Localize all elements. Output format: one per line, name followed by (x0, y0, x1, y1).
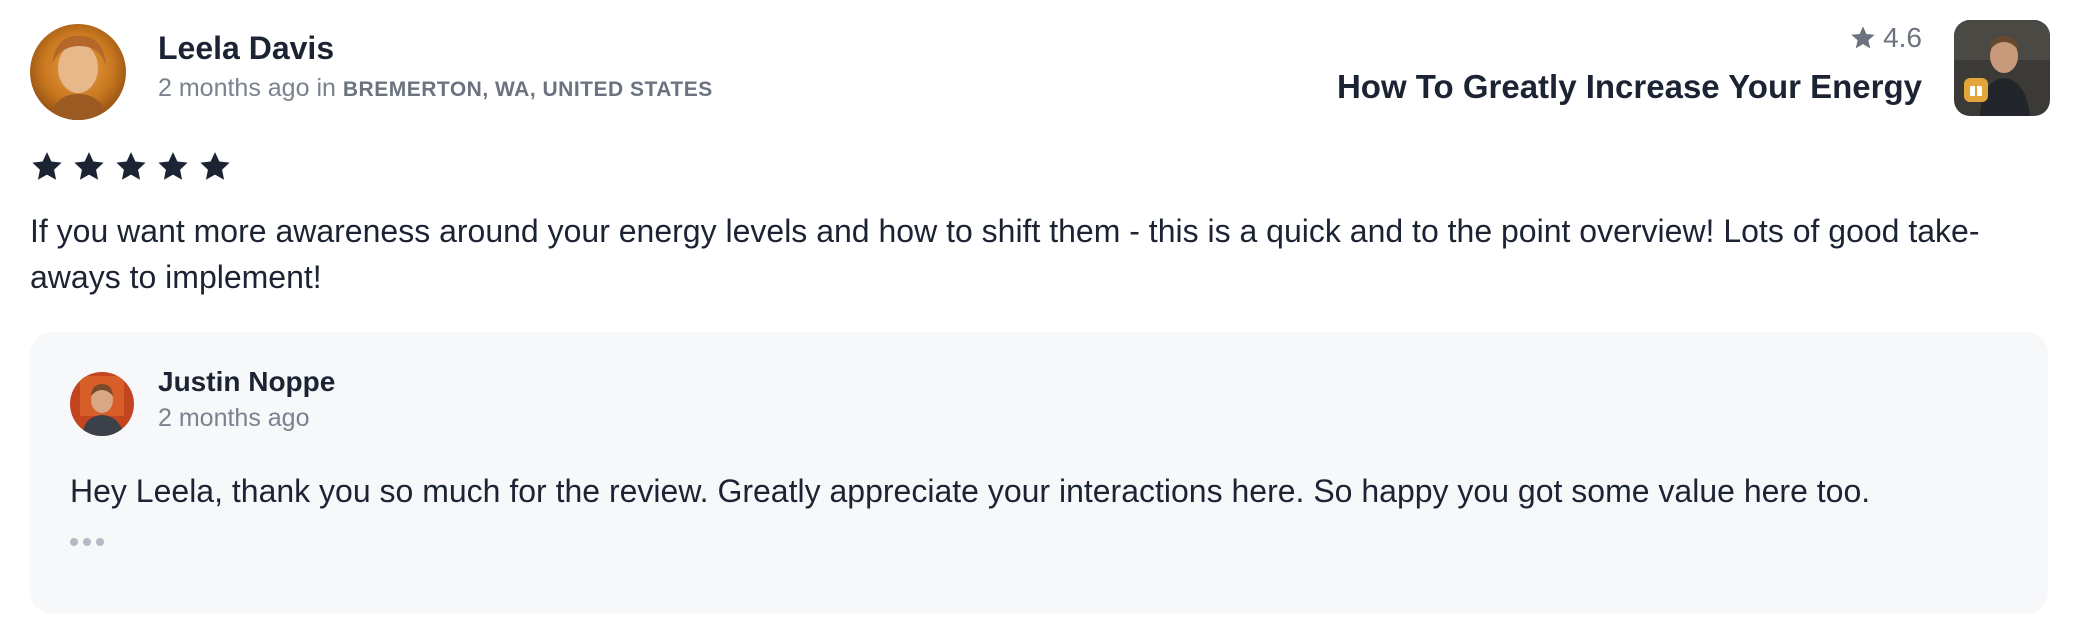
reply-time: 2 months ago (158, 404, 310, 432)
star-icon (1851, 26, 1875, 49)
review-card: Leela Davis 2 months ago in BREMERTON, W… (0, 0, 2078, 642)
rating-stars (30, 150, 232, 184)
star-icon (74, 152, 104, 180)
more-dots-icon[interactable] (70, 530, 110, 554)
review-meta: 2 months ago in BREMERTON, WA, UNITED ST… (158, 74, 713, 103)
star-icon (158, 152, 188, 180)
review-time: 2 months ago (158, 74, 310, 102)
course-rating: 4.6 (1849, 22, 1922, 54)
course-thumbnail[interactable] (1954, 20, 2050, 116)
reply-author-avatar[interactable] (70, 372, 134, 436)
reply-box: Justin Noppe 2 months ago Hey Leela, tha… (30, 332, 2048, 614)
reply-text: Hey Leela, thank you so much for the rev… (70, 473, 1871, 509)
reviewer-name[interactable]: Leela Davis (158, 30, 334, 67)
star-icon (32, 152, 62, 180)
course-title[interactable]: How To Greatly Increase Your Energy (1337, 68, 1922, 106)
reply-author-name[interactable]: Justin Noppe (158, 366, 335, 398)
reviewer-avatar[interactable] (30, 24, 126, 120)
star-icon (200, 152, 230, 180)
star-icon (116, 152, 146, 180)
location-prefix: in (316, 74, 336, 102)
reviewer-location: BREMERTON, WA, UNITED STATES (342, 78, 713, 101)
course-rating-value: 4.6 (1883, 22, 1922, 53)
review-text: If you want more awareness around your e… (30, 213, 1980, 295)
